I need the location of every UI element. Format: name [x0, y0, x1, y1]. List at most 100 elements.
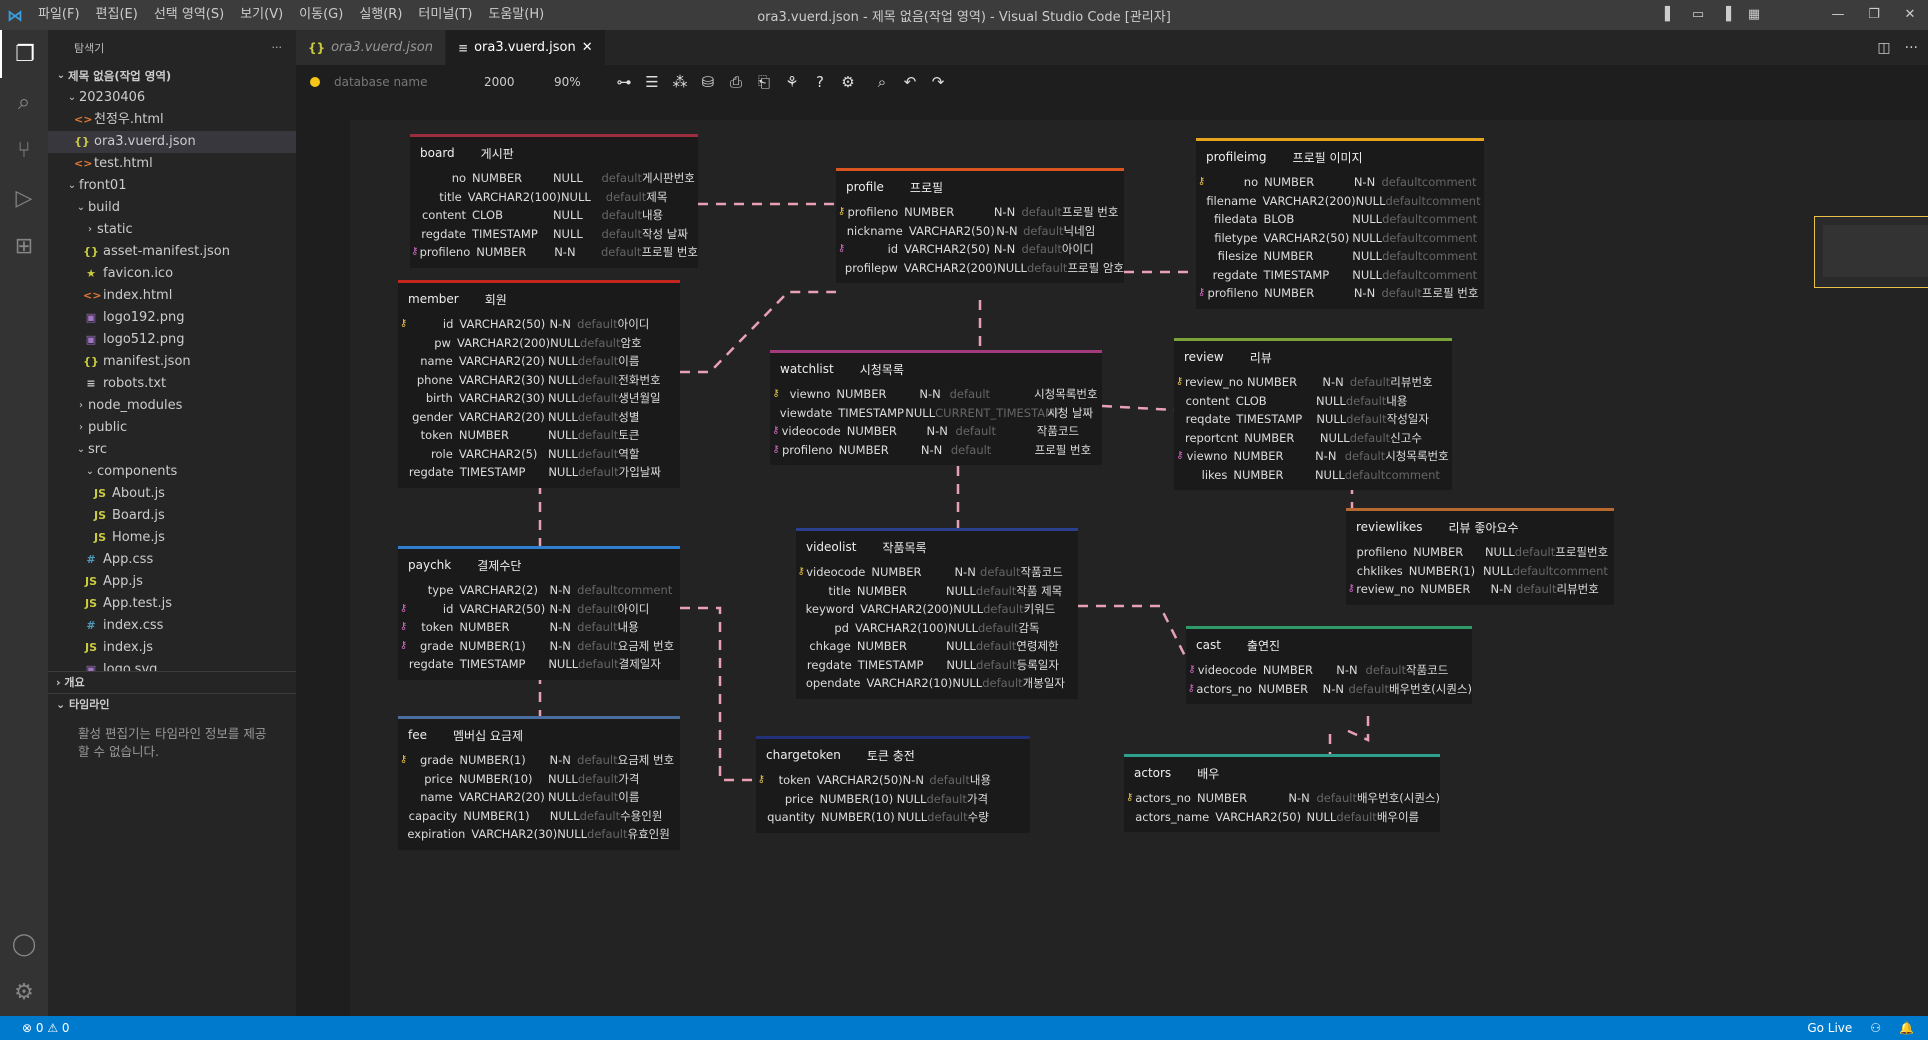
- column-type[interactable]: VARCHAR2(100): [855, 619, 948, 638]
- column-type[interactable]: NUMBER: [1263, 661, 1336, 680]
- table-column[interactable]: profilepw VARCHAR2(200) NULL default 프로필 암호: [836, 259, 1124, 278]
- column-comment[interactable]: 가격: [618, 770, 680, 789]
- column-type[interactable]: TIMESTAMP: [858, 656, 947, 675]
- column-type[interactable]: TIMESTAMP: [472, 225, 553, 244]
- table-header[interactable]: chargetoken 토큰 충전: [756, 739, 1030, 771]
- table-name[interactable]: actors: [1134, 766, 1171, 780]
- erd-table-cast[interactable]: cast 출연진 ⚷ videocode NUMBER N-N default 작품코드 ⚷ ac…: [1186, 626, 1472, 704]
- tree-folder[interactable]: ⌄ src: [48, 439, 296, 461]
- table-column[interactable]: likes NUMBER NULL default comment: [1174, 466, 1452, 485]
- column-name[interactable]: pd: [807, 619, 855, 638]
- column-nullable[interactable]: NULL: [1352, 247, 1382, 266]
- column-type[interactable]: NUMBER(1): [463, 807, 550, 826]
- table-name[interactable]: board: [420, 146, 455, 160]
- tree-file[interactable]: # index.css: [48, 615, 296, 637]
- column-nullable[interactable]: NULL: [1320, 429, 1350, 448]
- column-type[interactable]: NUMBER: [871, 563, 954, 582]
- column-comment[interactable]: 제목: [646, 188, 698, 207]
- column-nullable[interactable]: NULL: [948, 619, 978, 638]
- column-type[interactable]: NUMBER: [1264, 173, 1354, 192]
- column-type[interactable]: VARCHAR2(50): [459, 600, 549, 619]
- column-nullable[interactable]: N-N: [996, 222, 1023, 241]
- table-column[interactable]: ⚷ actors_no NUMBER N-N default 배우번호(시퀀스): [1124, 789, 1440, 808]
- column-nullable[interactable]: NULL: [548, 655, 578, 674]
- column-name[interactable]: actors_no: [1196, 680, 1258, 699]
- column-nullable[interactable]: NULL: [905, 404, 935, 423]
- column-name[interactable]: profileno: [1356, 543, 1413, 562]
- column-nullable[interactable]: NULL: [1352, 210, 1382, 229]
- column-comment[interactable]: 아이디: [1062, 240, 1124, 259]
- table-column[interactable]: token NUMBER NULL default 토큰: [398, 426, 680, 445]
- table-column[interactable]: ⚷ no NUMBER N-N default comment: [1196, 173, 1484, 192]
- table-header[interactable]: fee 멤버십 요금제: [398, 719, 680, 751]
- column-name[interactable]: grade: [409, 751, 459, 770]
- column-name[interactable]: reqdate: [1186, 410, 1237, 429]
- column-nullable[interactable]: NULL: [1356, 192, 1386, 211]
- column-type[interactable]: TIMESTAMP: [460, 463, 549, 482]
- column-default[interactable]: default: [578, 371, 618, 390]
- column-name[interactable]: videocode: [1198, 661, 1263, 680]
- table-comment[interactable]: 멤버십 요금제: [453, 727, 523, 744]
- column-default[interactable]: default: [1366, 661, 1406, 680]
- column-type[interactable]: CLOB: [1236, 392, 1316, 411]
- split-editor-icon[interactable]: ◫: [1877, 40, 1890, 56]
- column-name[interactable]: filename: [1206, 192, 1262, 211]
- table-column[interactable]: quantity NUMBER(10) NULL default 수량: [756, 808, 1030, 827]
- column-default[interactable]: default: [1381, 173, 1421, 192]
- column-name[interactable]: type: [409, 581, 459, 600]
- column-comment[interactable]: 내용: [642, 206, 698, 225]
- column-name[interactable]: capacity: [409, 807, 464, 826]
- column-name[interactable]: profilepw: [845, 259, 904, 278]
- column-nullable[interactable]: NULL: [1307, 808, 1337, 827]
- table-header[interactable]: review 리뷰: [1174, 341, 1452, 373]
- column-default[interactable]: default: [1381, 284, 1421, 303]
- column-default[interactable]: default: [577, 581, 617, 600]
- table-name[interactable]: chargetoken: [766, 748, 841, 762]
- database-name-input[interactable]: database name: [334, 75, 484, 89]
- canvas-width-input[interactable]: 2000: [484, 75, 554, 89]
- table-column[interactable]: chklikes NUMBER(1) NULL default comment: [1346, 562, 1614, 581]
- column-comment[interactable]: comment: [1423, 247, 1484, 266]
- column-name[interactable]: profileno: [1207, 284, 1264, 303]
- column-comment[interactable]: 수량: [968, 808, 1030, 827]
- tab-ora3-preview[interactable]: {} ora3.vuerd.json: [296, 30, 446, 65]
- column-name[interactable]: filesize: [1207, 247, 1264, 266]
- table-column[interactable]: ⚷ profileno NUMBER N-N default 프로필 번호: [770, 441, 1102, 460]
- menu-item-4[interactable]: 이동(G): [291, 0, 351, 30]
- erd-table-actors[interactable]: actors 배우 ⚷ actors_no NUMBER N-N default 배우번호(시…: [1124, 754, 1440, 832]
- relationship-line[interactable]: [1345, 716, 1370, 742]
- close-button[interactable]: ✕: [1892, 0, 1928, 30]
- column-comment[interactable]: 시청목록번호: [1385, 447, 1452, 466]
- explorer-more-icon[interactable]: ···: [272, 41, 283, 54]
- column-nullable[interactable]: NULL: [548, 389, 578, 408]
- table-header[interactable]: watchlist 시청목록: [770, 353, 1102, 385]
- column-default[interactable]: default: [1516, 580, 1556, 599]
- column-comment[interactable]: 프로필 번호: [1422, 284, 1484, 303]
- go-live-button[interactable]: Go Live: [1807, 1021, 1852, 1035]
- table-column[interactable]: chkage NUMBER NULL default 연령제한: [796, 637, 1078, 656]
- table-column[interactable]: regdate TIMESTAMP NULL default 가입날짜: [398, 463, 680, 482]
- erd-table-profileimg[interactable]: profileimg 프로필 이미지 ⚷ no NUMBER N-N default comm…: [1196, 138, 1484, 309]
- column-default[interactable]: default: [580, 807, 620, 826]
- manage-gear-icon[interactable]: ⚙: [0, 968, 48, 1016]
- column-name[interactable]: filetype: [1207, 229, 1264, 248]
- run-debug-icon[interactable]: ▷: [0, 174, 48, 222]
- table-column[interactable]: reportcnt NUMBER NULL default 신고수: [1174, 429, 1452, 448]
- column-type[interactable]: NUMBER: [904, 203, 994, 222]
- table-column[interactable]: filedata BLOB NULL default comment: [1196, 210, 1484, 229]
- column-name[interactable]: birth: [409, 389, 459, 408]
- tree-file[interactable]: # App.css: [48, 549, 296, 571]
- column-default[interactable]: default: [602, 206, 642, 225]
- column-comment[interactable]: 리뷰번호: [1557, 580, 1614, 599]
- menu-item-7[interactable]: 도움말(H): [480, 0, 552, 30]
- tree-folder[interactable]: ⌄ 20230406: [48, 87, 296, 109]
- erd-table-board[interactable]: board 게시판 no NUMBER NULL default 게시판번호 title VAR…: [410, 134, 698, 268]
- column-default[interactable]: default: [577, 751, 617, 770]
- column-type[interactable]: NUMBER: [836, 385, 919, 404]
- column-default[interactable]: default: [1350, 373, 1390, 392]
- tree-folder[interactable]: ⌄ components: [48, 461, 296, 483]
- column-name[interactable]: opendate: [806, 674, 867, 693]
- table-column[interactable]: ⚷ token VARCHAR2(50) N-N default 내용: [756, 771, 1030, 790]
- column-name[interactable]: regdate: [420, 225, 472, 244]
- table-column[interactable]: phone VARCHAR2(30) NULL default 전화번호: [398, 371, 680, 390]
